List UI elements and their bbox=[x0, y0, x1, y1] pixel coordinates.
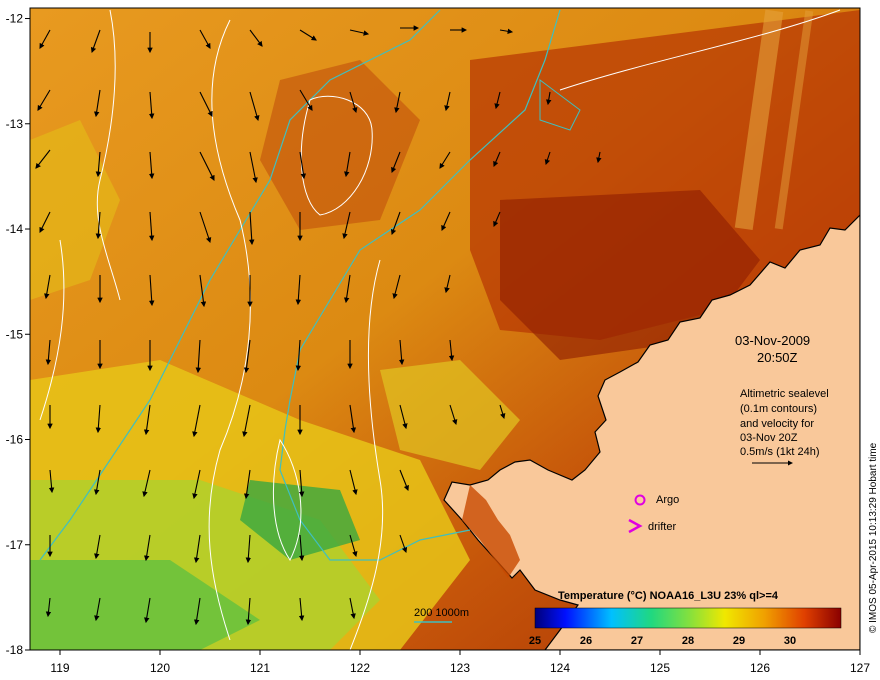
lat-tick-label: -14 bbox=[6, 222, 24, 236]
sst-map-figure: 119 120 121 122 123 124 125 126 127 -12 -13 -14 -15… bbox=[6, 7, 879, 675]
credit-text: © IMOS 05-Apr-2015 10:13:29 Hobart time bbox=[868, 442, 879, 633]
lat-tick-label: -15 bbox=[6, 327, 24, 341]
colorbar-gradient bbox=[534, 607, 842, 629]
latitude-axis: -12 -13 -14 -15 -16 -17 -18 bbox=[6, 12, 30, 657]
lon-tick-label: 124 bbox=[550, 661, 570, 675]
colorbar-title: Temperature (°C) NOAA16_L3U 23% ql>=4 bbox=[558, 590, 779, 602]
colorbar-tick-label: 25 bbox=[529, 635, 541, 647]
lat-tick-label: -12 bbox=[6, 12, 24, 26]
lon-tick-label: 120 bbox=[150, 661, 170, 675]
depth-legend-label: 200 1000m bbox=[414, 607, 469, 619]
colorbar-tick-label: 30 bbox=[784, 635, 796, 647]
lon-tick-label: 127 bbox=[850, 661, 870, 675]
map-date: 03-Nov-2009 bbox=[735, 333, 810, 348]
lon-tick-label: 125 bbox=[650, 661, 670, 675]
map-time: 20:50Z bbox=[757, 350, 798, 365]
drifter-label: drifter bbox=[648, 521, 676, 533]
lon-tick-label: 122 bbox=[350, 661, 370, 675]
lon-tick-label: 126 bbox=[750, 661, 770, 675]
lat-tick-label: -18 bbox=[6, 643, 24, 657]
longitude-axis: 119 120 121 122 123 124 125 126 127 bbox=[50, 650, 870, 675]
altimetry-line-3: and velocity for bbox=[740, 418, 814, 430]
colorbar-tick-label: 28 bbox=[682, 635, 694, 647]
lon-tick-label: 123 bbox=[450, 661, 470, 675]
colorbar-tick-label: 26 bbox=[580, 635, 592, 647]
colorbar-tick-label: 27 bbox=[631, 635, 643, 647]
altimetry-line-2: (0.1m contours) bbox=[740, 403, 817, 415]
lat-tick-label: -17 bbox=[6, 538, 24, 552]
argo-label: Argo bbox=[656, 494, 679, 506]
colorbar-tick-label: 29 bbox=[733, 635, 745, 647]
lon-tick-label: 121 bbox=[250, 661, 270, 675]
altimetry-line-1: Altimetric sealevel bbox=[740, 388, 829, 400]
sst-field bbox=[30, 8, 860, 650]
altimetry-line-5: 0.5m/s (1kt 24h) bbox=[740, 446, 819, 458]
lat-tick-label: -16 bbox=[6, 433, 24, 447]
lat-tick-label: -13 bbox=[6, 117, 24, 131]
lon-tick-label: 119 bbox=[50, 661, 69, 675]
altimetry-line-4: 03-Nov 20Z bbox=[740, 432, 798, 444]
